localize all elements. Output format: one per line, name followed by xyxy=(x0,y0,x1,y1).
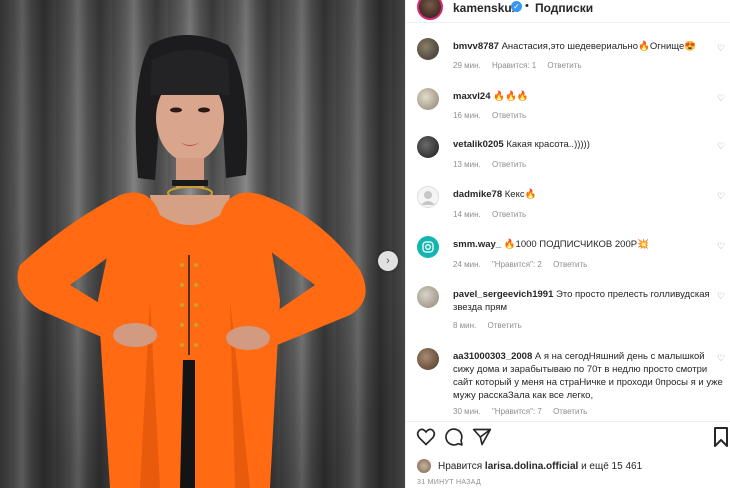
comment-time: 13 мин. xyxy=(453,160,481,169)
comment-body: aa31000303_2008 А я на сегодНяшний день … xyxy=(453,350,728,402)
comment-avatar[interactable] xyxy=(417,286,439,308)
chevron-right-icon: › xyxy=(386,255,390,267)
share-icon[interactable] xyxy=(472,427,492,447)
heart-icon[interactable] xyxy=(416,427,436,447)
heart-icon[interactable]: ♡ xyxy=(717,141,725,152)
comment-reply-button[interactable]: Ответить xyxy=(547,61,581,70)
comment-username[interactable]: vetalik0205 xyxy=(453,139,504,150)
comment-likes[interactable]: "Нравится": 7 xyxy=(492,407,542,416)
woman-in-orange-dress-illustration xyxy=(17,35,366,488)
comment-username[interactable]: dadmike78 xyxy=(453,189,502,200)
header-divider xyxy=(406,22,730,23)
likes-prefix: Нравится xyxy=(438,460,483,472)
comment-likes[interactable]: "Нравится": 2 xyxy=(492,260,542,269)
comment-reply-button[interactable]: Ответить xyxy=(553,260,587,269)
heart-icon[interactable]: ♡ xyxy=(717,43,725,54)
post-side-panel: kamenskux ✓ • Подписки bmvv8787 Анастаси… xyxy=(405,0,730,488)
comment-body: smm.way_ 🔥1000 ПОДПИСЧИКОВ 200Р💥 xyxy=(453,238,728,251)
likes-user[interactable]: larisa.dolina.official xyxy=(485,461,578,472)
likes-count[interactable]: и ещё 15 461 xyxy=(581,461,642,472)
comment-meta: 16 мин. Ответить xyxy=(453,111,535,120)
comment-avatar[interactable] xyxy=(417,348,439,370)
comment-text: Какая красота..))))) xyxy=(506,139,590,150)
comment-text: Кекс🔥 xyxy=(504,189,537,200)
comment-text: 🔥1000 ПОДПИСЧИКОВ 200Р💥 xyxy=(503,239,649,250)
comment-avatar[interactable] xyxy=(417,136,439,158)
post-time-ago[interactable]: 31 МИНУТ НАЗАД xyxy=(417,479,481,486)
comment-meta: 14 мин. Ответить xyxy=(453,210,535,219)
following-button[interactable]: Подписки xyxy=(535,1,593,15)
default-user-icon xyxy=(421,191,435,205)
verified-badge-icon: ✓ xyxy=(511,1,522,12)
liker-avatar[interactable] xyxy=(417,459,431,473)
comment-icon[interactable] xyxy=(444,427,464,447)
author-username[interactable]: kamenskux xyxy=(453,1,518,15)
post-header: kamenskux ✓ • Подписки xyxy=(406,0,730,22)
comment-body: dadmike78 Кекс🔥 xyxy=(453,188,728,201)
comment-text: 🔥🔥🔥 xyxy=(493,91,529,102)
bookmark-icon[interactable] xyxy=(714,427,728,447)
comment-body: bmvv8787 Анастасия,это шедевериально🔥Огн… xyxy=(453,40,728,53)
comment-time: 24 мин. xyxy=(453,260,481,269)
comment-meta: 30 мин. "Нравится": 7 Ответить xyxy=(453,407,596,416)
comment-reply-button[interactable]: Ответить xyxy=(488,321,522,330)
actions-divider xyxy=(406,421,730,422)
comment-time: 30 мин. xyxy=(453,407,481,416)
heart-icon[interactable]: ♡ xyxy=(717,291,725,302)
comment-time: 14 мин. xyxy=(453,210,481,219)
comment-reply-button[interactable]: Ответить xyxy=(492,210,526,219)
comment-username[interactable]: pavel_sergeevich1991 xyxy=(453,289,553,300)
comment-meta: 29 мин. Нравится: 1 Ответить xyxy=(453,61,591,70)
comment-body: vetalik0205 Какая красота..))))) xyxy=(453,138,728,151)
comment-text: Анастасия,это шедевериально🔥Огнище😍 xyxy=(501,41,697,52)
comment-meta: 13 мин. Ответить xyxy=(453,160,535,169)
comment-time: 16 мин. xyxy=(453,111,481,120)
comment-avatar[interactable] xyxy=(417,236,439,258)
comment-time: 8 мин. xyxy=(453,321,477,330)
comment-username[interactable]: bmvv8787 xyxy=(453,41,499,52)
comment-likes[interactable]: Нравится: 1 xyxy=(492,61,536,70)
comment-reply-button[interactable]: Ответить xyxy=(492,111,526,120)
comment-avatar[interactable] xyxy=(417,88,439,110)
comment-username[interactable]: aa31000303_2008 xyxy=(453,351,532,362)
comment-username[interactable]: maxvl24 xyxy=(453,91,491,102)
heart-icon[interactable]: ♡ xyxy=(717,93,725,104)
comment-reply-button[interactable]: Ответить xyxy=(492,160,526,169)
post-photo[interactable]: › xyxy=(0,0,405,488)
comment-body: maxvl24 🔥🔥🔥 xyxy=(453,90,728,103)
comment-time: 29 мин. xyxy=(453,61,481,70)
comment-meta: 24 мин. "Нравится": 2 Ответить xyxy=(453,260,596,269)
heart-icon[interactable]: ♡ xyxy=(717,191,725,202)
likes-summary: Нравится larisa.dolina.official и ещё 15… xyxy=(417,459,642,473)
heart-icon[interactable]: ♡ xyxy=(717,241,725,252)
comment-reply-button[interactable]: Ответить xyxy=(553,407,587,416)
instagram-logo-icon xyxy=(422,241,434,253)
author-avatar[interactable] xyxy=(417,0,443,20)
header-separator: • xyxy=(525,0,529,12)
heart-icon[interactable]: ♡ xyxy=(717,353,725,364)
comment-meta: 8 мин. Ответить xyxy=(453,321,531,330)
comment-avatar[interactable] xyxy=(417,186,439,208)
comment-avatar[interactable] xyxy=(417,38,439,60)
comment-username[interactable]: smm.way_ xyxy=(453,239,501,250)
comment-body: pavel_sergeevich1991 Это просто прелесть… xyxy=(453,288,728,314)
next-image-button[interactable]: › xyxy=(378,251,398,271)
